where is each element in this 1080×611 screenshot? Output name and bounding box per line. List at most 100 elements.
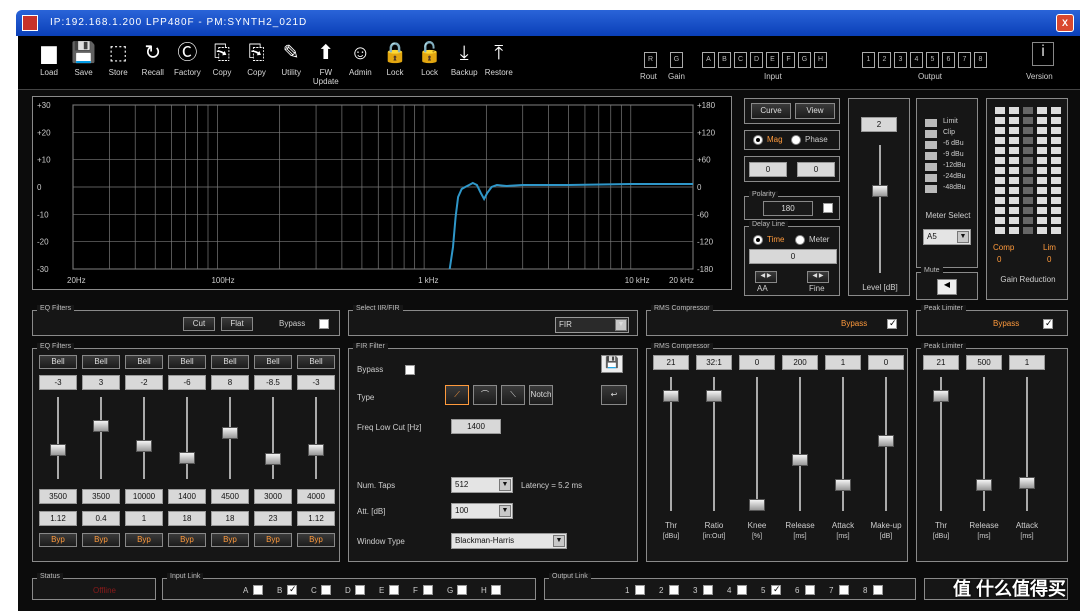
eq-bypass-checkbox[interactable] bbox=[319, 319, 329, 329]
delay-spinner-a[interactable]: 0 bbox=[749, 162, 787, 177]
eq-band-type-button[interactable]: Bell bbox=[39, 355, 77, 369]
output-channel-6[interactable]: 6 bbox=[942, 52, 955, 68]
output-link-checkbox[interactable] bbox=[635, 585, 645, 595]
peak-value[interactable]: 500 bbox=[966, 355, 1002, 370]
eq-band-q-value[interactable]: 18 bbox=[168, 511, 206, 526]
nudge-fine-button[interactable]: ◀ ▶ bbox=[807, 271, 829, 283]
output-channel-5[interactable]: 5 bbox=[926, 52, 939, 68]
fir-type-button[interactable]: Notch bbox=[529, 385, 553, 405]
time-radio[interactable] bbox=[753, 235, 763, 245]
eq-band-slider-knob[interactable] bbox=[136, 439, 152, 452]
rms-slider-knob[interactable] bbox=[749, 498, 765, 511]
input-channel-B[interactable]: B bbox=[718, 52, 731, 68]
eq-band-gain-value[interactable]: -3 bbox=[39, 375, 77, 390]
polarity-checkbox[interactable] bbox=[823, 203, 833, 213]
peak-slider-knob[interactable] bbox=[976, 479, 992, 492]
fir-type-button[interactable]: ⟍ bbox=[501, 385, 525, 405]
mag-radio[interactable] bbox=[753, 135, 763, 145]
eq-band-bypass-button[interactable]: Byp bbox=[254, 533, 292, 547]
eq-cut-button[interactable]: Cut bbox=[183, 317, 215, 331]
rms-slider-knob[interactable] bbox=[706, 389, 722, 402]
fir-save-button[interactable]: 💾 bbox=[601, 355, 623, 373]
output-channel-7[interactable]: 7 bbox=[958, 52, 971, 68]
meter-select-dropdown[interactable]: A5 ▼ bbox=[923, 229, 971, 245]
input-link-checkbox[interactable] bbox=[355, 585, 365, 595]
eq-band-slider-knob[interactable] bbox=[222, 426, 238, 439]
eq-band-gain-value[interactable]: -6 bbox=[168, 375, 206, 390]
rms-value[interactable]: 0 bbox=[868, 355, 904, 370]
gain-button[interactable]: G bbox=[670, 52, 683, 68]
input-link-checkbox[interactable] bbox=[253, 585, 263, 595]
output-link-checkbox[interactable] bbox=[839, 585, 849, 595]
toolbar-floppy-button[interactable]: 💾 Save bbox=[67, 40, 101, 77]
eq-band-bypass-button[interactable]: Byp bbox=[211, 533, 249, 547]
version-button[interactable]: i bbox=[1032, 42, 1054, 66]
fir-type-button[interactable]: ⟋ bbox=[445, 385, 469, 405]
toolbar-lock-button[interactable]: 🔒 Lock bbox=[378, 40, 412, 77]
eq-band-q-value[interactable]: 23 bbox=[254, 511, 292, 526]
eq-band-gain-value[interactable]: 8 bbox=[211, 375, 249, 390]
input-channel-D[interactable]: D bbox=[750, 52, 763, 68]
toolbar-admin-button[interactable]: ☺ Admin bbox=[343, 40, 377, 77]
output-channel-8[interactable]: 8 bbox=[974, 52, 987, 68]
eq-band-type-button[interactable]: Bell bbox=[254, 355, 292, 369]
eq-band-bypass-button[interactable]: Byp bbox=[297, 533, 335, 547]
eq-band-gain-value[interactable]: 3 bbox=[82, 375, 120, 390]
output-channel-1[interactable]: 1 bbox=[862, 52, 875, 68]
rms-value[interactable]: 32:1 bbox=[696, 355, 732, 370]
toolbar-wrench-button[interactable]: ✎ Utility bbox=[274, 40, 308, 77]
eq-band-type-button[interactable]: Bell bbox=[211, 355, 249, 369]
rout-button[interactable]: R bbox=[644, 52, 657, 68]
output-link-checkbox[interactable] bbox=[805, 585, 815, 595]
toolbar-backup-button[interactable]: ⤓ Backup bbox=[447, 40, 481, 77]
eq-band-bypass-button[interactable]: Byp bbox=[82, 533, 120, 547]
eq-band-type-button[interactable]: Bell bbox=[297, 355, 335, 369]
toolbar-recall-button[interactable]: ↻ Recall bbox=[136, 40, 170, 77]
rms-slider-knob[interactable] bbox=[835, 479, 851, 492]
input-channel-A[interactable]: A bbox=[702, 52, 715, 68]
rms-value[interactable]: 0 bbox=[739, 355, 775, 370]
input-link-checkbox[interactable] bbox=[287, 584, 297, 595]
fir-type-button[interactable]: ⌒ bbox=[473, 385, 497, 405]
eq-band-type-button[interactable]: Bell bbox=[82, 355, 120, 369]
output-link-checkbox[interactable] bbox=[873, 585, 883, 595]
eq-band-freq-value[interactable]: 3000 bbox=[254, 489, 292, 504]
output-channel-3[interactable]: 3 bbox=[894, 52, 907, 68]
title-bar[interactable]: IP:192.168.1.200 LPP480F - PM:SYNTH2_021… bbox=[16, 10, 1080, 36]
output-channel-4[interactable]: 4 bbox=[910, 52, 923, 68]
eq-band-q-value[interactable]: 0.4 bbox=[82, 511, 120, 526]
input-channel-H[interactable]: H bbox=[814, 52, 827, 68]
eq-band-q-value[interactable]: 1.12 bbox=[39, 511, 77, 526]
eq-band-type-button[interactable]: Bell bbox=[168, 355, 206, 369]
eq-band-q-value[interactable]: 1.12 bbox=[297, 511, 335, 526]
input-channel-E[interactable]: E bbox=[766, 52, 779, 68]
toolbar-restore-button[interactable]: ⤒ Restore bbox=[482, 40, 516, 77]
input-link-checkbox[interactable] bbox=[457, 585, 467, 595]
fir-reload-button[interactable]: ↩ bbox=[601, 385, 627, 405]
eq-band-freq-value[interactable]: 4000 bbox=[297, 489, 335, 504]
input-channel-C[interactable]: C bbox=[734, 52, 747, 68]
mute-button[interactable]: ◀ bbox=[937, 279, 957, 295]
output-link-checkbox[interactable] bbox=[737, 585, 747, 595]
fir-taps-dropdown[interactable]: 512 ▼ bbox=[451, 477, 513, 493]
eq-band-freq-value[interactable]: 10000 bbox=[125, 489, 163, 504]
toolbar-copy2-button[interactable]: ⎘ Copy bbox=[240, 40, 274, 77]
rms-value[interactable]: 1 bbox=[825, 355, 861, 370]
fir-freq-input[interactable]: 1400 bbox=[451, 419, 501, 434]
fir-att-dropdown[interactable]: 100 ▼ bbox=[451, 503, 513, 519]
fir-bypass-checkbox[interactable] bbox=[405, 365, 415, 375]
toolbar-update-button[interactable]: ⬆ FW Update bbox=[309, 40, 343, 86]
fir-window-dropdown[interactable]: Blackman-Harris ▼ bbox=[451, 533, 567, 549]
phase-radio[interactable] bbox=[791, 135, 801, 145]
delay-spinner-b[interactable]: 0 bbox=[797, 162, 835, 177]
select-fir-dropdown[interactable]: FIR ▼ bbox=[555, 317, 629, 333]
toolbar-store-button[interactable]: ⬚ Store bbox=[101, 40, 135, 77]
eq-band-q-value[interactable]: 1 bbox=[125, 511, 163, 526]
rms-bypass-checkbox[interactable] bbox=[887, 318, 897, 329]
output-channel-2[interactable]: 2 bbox=[878, 52, 891, 68]
peak-value[interactable]: 21 bbox=[923, 355, 959, 370]
input-channel-F[interactable]: F bbox=[782, 52, 795, 68]
eq-band-freq-value[interactable]: 3500 bbox=[82, 489, 120, 504]
output-link-checkbox[interactable] bbox=[669, 585, 679, 595]
toolbar-lock2-button[interactable]: 🔓 Lock bbox=[413, 40, 447, 77]
